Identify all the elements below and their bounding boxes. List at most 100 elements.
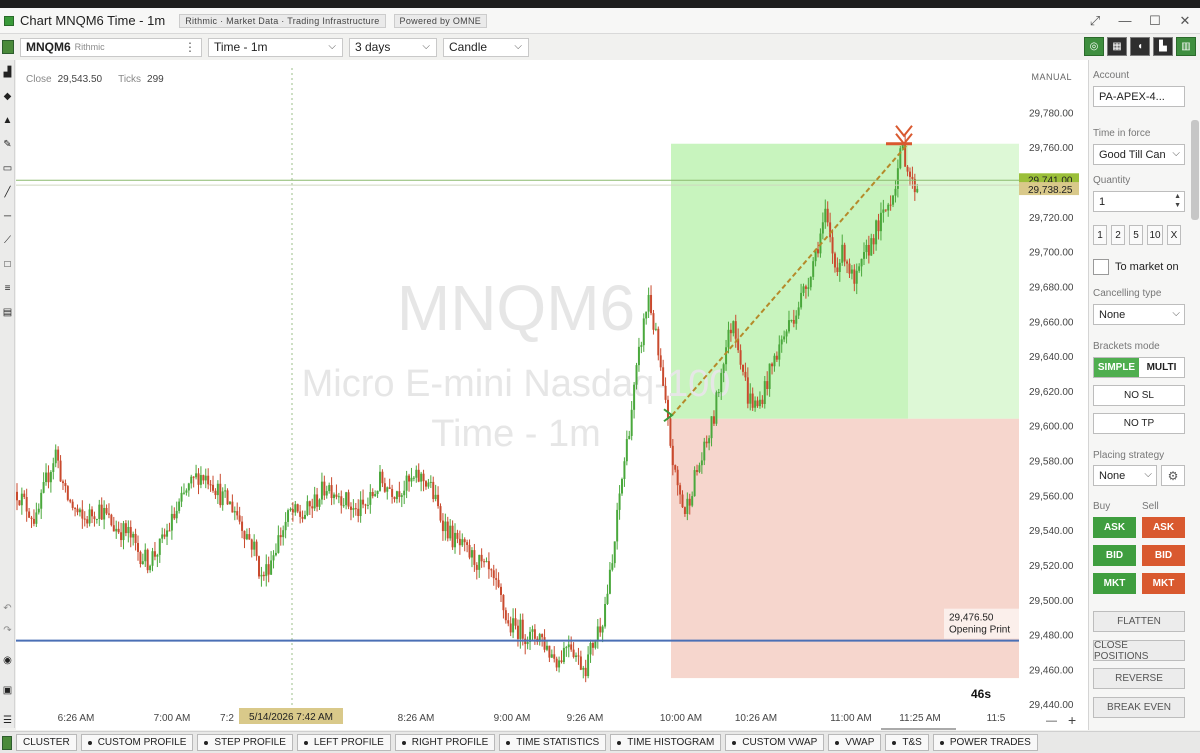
cancel-dropdown[interactable]: None ⌵ <box>1093 304 1185 325</box>
chart-type-dropdown[interactable]: Candle ⌵ <box>443 37 529 57</box>
study-left-profile[interactable]: LEFT PROFILE <box>296 734 391 751</box>
rectangle-icon[interactable]: □ <box>0 252 15 276</box>
break-even-button[interactable]: BREAK EVEN <box>1093 697 1185 718</box>
templates-icon[interactable]: ▙ <box>1153 37 1173 56</box>
candle-body <box>780 339 783 345</box>
candle-body <box>110 514 113 526</box>
candle-body <box>846 261 849 264</box>
horizontal-line-icon[interactable]: ─ <box>0 204 15 228</box>
stepper-arrows-icon[interactable]: ▲ ▼ <box>1174 192 1181 210</box>
candle-body <box>829 222 832 238</box>
candle-body <box>683 507 686 514</box>
candle-body <box>698 465 701 472</box>
keyboard-icon[interactable]: ▦ <box>1107 37 1127 56</box>
quantity-stepper[interactable]: 1 ▲ ▼ <box>1093 191 1185 212</box>
candle-body <box>507 620 510 624</box>
trend-line-icon[interactable]: ⟋ <box>0 228 15 252</box>
link-group-icon[interactable] <box>2 40 14 54</box>
candle-body <box>354 508 357 510</box>
fib-icon[interactable]: ≡ <box>0 276 15 300</box>
no-sl-button[interactable]: NO SL <box>1093 385 1185 406</box>
panel-scrollbar[interactable] <box>1191 120 1199 220</box>
study-step-profile[interactable]: STEP PROFILE <box>197 734 293 751</box>
study-right-profile[interactable]: RIGHT PROFILE <box>394 734 496 751</box>
buy-mkt-button[interactable]: MKT <box>1093 573 1136 594</box>
layers-icon[interactable]: ◆ <box>0 84 15 108</box>
candle-body <box>509 623 512 633</box>
range-dropdown[interactable]: 3 days ⌵ <box>349 37 437 57</box>
window-controls: ⤢ — ☐ ✕ <box>1088 13 1192 29</box>
indicators-icon[interactable]: ▟ <box>0 60 15 84</box>
manual-scale-label[interactable]: MANUAL <box>1031 72 1072 82</box>
buy-bid-button[interactable]: BID <box>1093 545 1136 566</box>
no-tp-button[interactable]: NO TP <box>1093 413 1185 434</box>
study-bar-icon[interactable] <box>2 735 12 750</box>
qty-preset-10[interactable]: 10 <box>1147 225 1163 245</box>
candle-body <box>415 469 418 478</box>
trash-icon[interactable]: ▣ <box>0 680 15 700</box>
mouse-icon[interactable]: ◖ <box>1130 37 1150 56</box>
bracket-multi-button[interactable]: MULTI <box>1139 358 1184 377</box>
candle-body <box>23 493 26 498</box>
redo-icon[interactable]: ↷ <box>0 620 15 640</box>
brush-icon[interactable]: ╱ <box>0 180 15 204</box>
candle-body <box>712 416 715 424</box>
candle-body <box>258 556 260 577</box>
candle-body <box>872 238 875 245</box>
qty-preset-5[interactable]: 5 <box>1129 225 1143 245</box>
notes-icon[interactable]: ▤ <box>0 300 15 324</box>
sell-ask-button[interactable]: ASK <box>1142 517 1185 538</box>
qty-preset-2[interactable]: 2 <box>1111 225 1125 245</box>
symbol-selector[interactable]: MNQM6 Rithmic ⋮ <box>20 37 202 57</box>
fullscreen-icon[interactable]: ⤢ <box>1088 13 1102 29</box>
timeframe-dropdown[interactable]: Time - 1m ⌵ <box>208 37 343 57</box>
trade-panel: Account PA-APEX-4... Time in force Good … <box>1088 60 1200 730</box>
placing-dropdown[interactable]: None ⌵ <box>1093 465 1157 486</box>
maximize-icon[interactable]: ☐ <box>1148 13 1162 29</box>
candle-body <box>666 399 669 419</box>
undo-icon[interactable]: ↶ <box>0 598 15 618</box>
study-dot-icon <box>204 740 209 745</box>
study-cluster[interactable]: CLUSTER <box>16 734 77 751</box>
eye-icon[interactable]: ◉ <box>0 650 15 670</box>
candle-body <box>792 319 795 324</box>
sell-bid-button[interactable]: BID <box>1142 545 1185 566</box>
study-time-statistics[interactable]: TIME STATISTICS <box>499 734 607 751</box>
candle-body <box>531 629 534 632</box>
study-power-trades[interactable]: POWER TRADES <box>932 734 1038 751</box>
close-icon[interactable]: ✕ <box>1178 13 1192 29</box>
close-positions-button[interactable]: CLOSE POSITIONS <box>1093 640 1185 662</box>
candle-body <box>567 644 570 648</box>
candle-body <box>577 655 580 657</box>
minimize-icon[interactable]: — <box>1118 13 1132 29</box>
candle-body <box>642 318 645 346</box>
reverse-button[interactable]: REVERSE <box>1093 668 1185 689</box>
list-icon[interactable]: ☰ <box>0 710 15 730</box>
dom-trader-icon[interactable]: ◎ <box>1084 37 1104 56</box>
gear-icon[interactable]: ⚙ <box>1161 465 1185 486</box>
bracket-simple-button[interactable]: SIMPLE <box>1094 358 1139 377</box>
candlestick-chart[interactable]: MNQM6Micro E-mini Nasdaq-100Time - 1m29,… <box>16 60 1088 730</box>
sell-mkt-button[interactable]: MKT <box>1142 573 1185 594</box>
study-time-histogram[interactable]: TIME HISTOGRAM <box>610 734 722 751</box>
candle-body <box>804 286 807 289</box>
buy-ask-button[interactable]: ASK <box>1093 517 1136 538</box>
study-custom-vwap[interactable]: CUSTOM VWAP <box>725 734 825 751</box>
study-custom-profile[interactable]: CUSTOM PROFILE <box>80 734 194 751</box>
trade-panel-icon[interactable]: ▥ <box>1176 37 1196 56</box>
candle-body <box>212 484 215 491</box>
to-market-checkbox[interactable] <box>1093 259 1109 275</box>
account-selector[interactable]: PA-APEX-4... <box>1093 86 1185 107</box>
tif-dropdown[interactable]: Good Till Can ⌵ <box>1093 144 1185 165</box>
study-t-s[interactable]: T&S <box>885 734 929 751</box>
alert-bell-icon[interactable]: ▲ <box>0 108 15 132</box>
ruler-icon[interactable]: ▭ <box>0 156 15 180</box>
pencil-icon[interactable]: ✎ <box>0 132 15 156</box>
candle-body <box>202 475 205 481</box>
price-chart[interactable]: MNQM6 Micro E-mini Nasdaq-100 Time - 1m 29,… <box>16 60 1088 730</box>
flatten-button[interactable]: FLATTEN <box>1093 611 1185 632</box>
horizontal-scrollbar[interactable] <box>881 728 956 730</box>
qty-clear[interactable]: X <box>1167 225 1181 245</box>
qty-preset-1[interactable]: 1 <box>1093 225 1107 245</box>
study-vwap[interactable]: VWAP <box>828 734 882 751</box>
